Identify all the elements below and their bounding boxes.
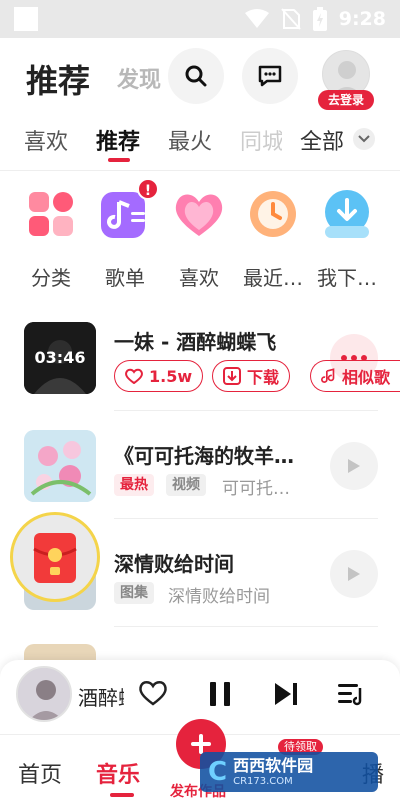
- search-button[interactable]: [168, 48, 224, 104]
- playlist-badge: !: [137, 178, 159, 200]
- header: 推荐 发现 去登录: [0, 38, 400, 118]
- watermark-title: 西西软件园: [233, 755, 314, 775]
- notification-icon: [14, 7, 38, 31]
- active-tab-indicator: [108, 158, 130, 162]
- heart-outline-icon: [139, 681, 167, 706]
- song-subtitle: 深情败给时间: [168, 587, 270, 607]
- watermark-mark: C: [208, 757, 228, 787]
- shortcut-label: 分类: [31, 266, 71, 290]
- tab-hot[interactable]: 最火: [168, 124, 212, 156]
- similar-songs-button[interactable]: 相似歌: [310, 360, 400, 392]
- nav-music[interactable]: 音乐: [96, 757, 140, 789]
- heart-outline-icon: [125, 368, 143, 384]
- download-icon: [223, 367, 241, 385]
- tab-like[interactable]: 喜欢: [24, 124, 68, 156]
- divider: [0, 170, 400, 171]
- shortcut-playlist[interactable]: ! 歌单: [90, 178, 160, 291]
- red-packet-button[interactable]: [10, 512, 100, 602]
- skip-next-icon: [275, 683, 297, 705]
- tab-recommend[interactable]: 推荐: [96, 124, 140, 156]
- download-button[interactable]: 下载: [212, 360, 291, 392]
- play-button[interactable]: [330, 442, 378, 490]
- play-icon: [348, 567, 360, 581]
- queue-icon: [338, 684, 362, 706]
- battery-icon: [312, 7, 327, 31]
- hot-tag: 最热: [114, 474, 154, 496]
- music-note-icon: [321, 368, 335, 383]
- shortcut-label: 喜欢: [179, 266, 219, 290]
- list-item[interactable]: 《可可托海的牧羊… 最热 视频 可可托…: [0, 428, 400, 520]
- album-tag: 图集: [114, 582, 154, 604]
- cover-image[interactable]: [24, 430, 96, 502]
- recent-icon: [245, 186, 301, 242]
- shortcut-like[interactable]: 喜欢: [164, 186, 234, 291]
- like-count: 1.5w: [149, 366, 193, 386]
- video-thumbnail[interactable]: 03:46: [24, 322, 96, 394]
- clock: 9:28: [338, 8, 386, 30]
- download-label: 下载: [247, 368, 280, 387]
- status-icons: 9:28: [244, 6, 386, 32]
- pause-button[interactable]: [206, 680, 234, 712]
- search-icon: [185, 65, 207, 87]
- like-count-button[interactable]: 1.5w: [114, 360, 204, 392]
- login-badge[interactable]: 去登录: [318, 90, 374, 110]
- play-icon: [348, 459, 360, 473]
- shortcut-row: 分类 ! 歌单 喜欢 最近… 我下…: [0, 178, 400, 306]
- message-button[interactable]: [242, 48, 298, 104]
- category-icon: [23, 186, 79, 242]
- next-button[interactable]: [272, 680, 300, 712]
- chevron-down-icon: [358, 135, 370, 143]
- tab-all[interactable]: 全部: [300, 124, 344, 156]
- song-title: 《可可托海的牧羊…: [114, 444, 294, 468]
- song-subtitle: 可可托…: [222, 479, 290, 499]
- discover-tab[interactable]: 发现: [117, 62, 161, 94]
- shortcut-category[interactable]: 分类: [16, 186, 86, 291]
- player-cover[interactable]: [16, 666, 72, 722]
- play-button[interactable]: [330, 550, 378, 598]
- playlist-button[interactable]: [336, 680, 366, 712]
- page-title: 推荐: [26, 62, 91, 100]
- shortcut-download[interactable]: 我下…: [312, 186, 382, 291]
- status-bar: 9:28: [0, 0, 400, 38]
- divider: [114, 626, 378, 627]
- divider: [114, 518, 378, 519]
- tabs-expand-button[interactable]: [353, 128, 375, 150]
- message-icon: [258, 65, 282, 87]
- no-sim-icon: [280, 8, 301, 30]
- active-nav-indicator: [110, 793, 134, 797]
- similar-label: 相似歌: [341, 368, 390, 387]
- song-title: 一妹 - 酒醉蝴蝶飞: [114, 330, 277, 354]
- like-button[interactable]: [138, 680, 168, 710]
- download-icon: [319, 186, 375, 242]
- playlist-icon: !: [97, 178, 159, 242]
- shortcut-label: 最近…: [243, 266, 303, 290]
- list-item[interactable]: 03:46 一妹 - 酒醉蝴蝶飞 1.5w 下载 相似歌: [0, 320, 400, 412]
- watermark-logo: C 西西软件园 CR173.COM: [200, 752, 378, 792]
- shortcut-recent[interactable]: 最近…: [238, 186, 308, 291]
- duration-label: 03:46: [34, 348, 86, 367]
- player-song-title: 酒醉蝴蝶飞: [78, 686, 124, 710]
- shortcut-label: 我下…: [317, 266, 377, 290]
- nav-home[interactable]: 首页: [18, 757, 62, 789]
- category-tabs: 喜欢 推荐 最火 同城 全部: [0, 118, 400, 170]
- divider: [114, 410, 378, 411]
- wifi-icon: [244, 9, 269, 28]
- tab-local[interactable]: 同城: [240, 124, 282, 156]
- song-title: 深情败给时间: [114, 552, 234, 576]
- red-packet-icon: [33, 533, 77, 583]
- heart-icon: [171, 186, 227, 242]
- shortcut-label: 歌单: [105, 266, 145, 290]
- pause-icon: [210, 682, 230, 706]
- watermark-url: CR173.COM: [233, 775, 293, 787]
- video-tag: 视频: [166, 474, 206, 496]
